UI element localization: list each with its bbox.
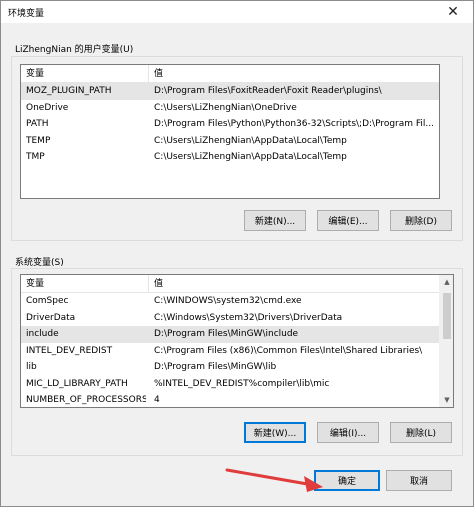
user-new-button[interactable]: 新建(N)... (244, 210, 306, 231)
variable-value: D:\Program Files\MinGW\lib (154, 362, 277, 372)
variable-name: ComSpec (26, 296, 69, 306)
system-var-row[interactable]: NUMBER_OF_PROCESSORS 4 (21, 392, 441, 407)
system-delete-button[interactable]: 删除(L) (390, 422, 452, 443)
variable-name: PATH (26, 119, 49, 129)
column-header-value[interactable]: 值 (149, 65, 163, 83)
system-vars-scrollbar[interactable]: ▲ ▼ (439, 275, 453, 407)
annotation-arrow-shaft (225, 468, 315, 487)
scroll-up-icon[interactable]: ▲ (440, 275, 453, 289)
variable-value: C:\Program Files (x86)\Common Files\Inte… (154, 345, 423, 356)
variable-value: C:\Windows\System32\Drivers\DriverData (154, 312, 343, 323)
column-header-name[interactable]: 变量 (21, 275, 149, 293)
user-vars-group-label: LiZhengNian 的用户变量(U) (15, 45, 134, 55)
variable-value: C:\WINDOWS\system32\cmd.exe (154, 296, 302, 306)
column-header-value[interactable]: 值 (149, 275, 163, 293)
cancel-button[interactable]: 取消 (386, 470, 452, 491)
system-var-row[interactable]: ComSpec C:\WINDOWS\system32\cmd.exe (21, 293, 441, 310)
system-var-row[interactable]: include D:\Program Files\MinGW\include (21, 326, 441, 343)
variable-value: D:\Program Files\FoxitReader\Foxit Reade… (154, 86, 382, 96)
variable-name: MOZ_PLUGIN_PATH (26, 86, 112, 96)
environment-variables-dialog: 环境变量 ✕ LiZhengNian 的用户变量(U) 变量 值 MOZ_PLU… (0, 0, 474, 507)
user-var-row[interactable]: MOZ_PLUGIN_PATH D:\Program Files\FoxitRea… (21, 83, 439, 100)
system-edit-button[interactable]: 编辑(I)... (317, 422, 379, 443)
ok-button[interactable]: 确定 (314, 470, 380, 491)
variable-name: INTEL_DEV_REDIST (26, 345, 113, 356)
variable-name: OneDrive (26, 102, 69, 113)
variable-name: DriverData (26, 312, 76, 323)
user-var-row[interactable]: TMP C:\Users\LiZhengNian\AppData\Local\Te… (21, 149, 439, 166)
system-var-row[interactable]: DriverData C:\Windows\System32\Drivers\Dr… (21, 310, 441, 327)
system-vars-rows: ComSpec C:\WINDOWS\system32\cmd.exe Driver… (21, 293, 441, 407)
user-var-row[interactable]: PATH D:\Program Files\Python\Python36-32\… (21, 116, 439, 133)
user-vars-header: 变量 值 (21, 65, 439, 83)
variable-value: D:\Program Files\MinGW\include (154, 329, 299, 339)
user-edit-button[interactable]: 编辑(E)... (317, 210, 379, 231)
system-var-row[interactable]: INTEL_DEV_REDIST C:\Program Files (x86)\C… (21, 343, 441, 360)
variable-value: %INTEL_DEV_REDIST%compiler\lib\mic (154, 378, 330, 389)
system-new-button[interactable]: 新建(W)... (244, 422, 306, 443)
scroll-down-icon[interactable]: ▼ (440, 393, 453, 407)
system-var-row[interactable]: lib D:\Program Files\MinGW\lib (21, 359, 441, 376)
variable-value: C:\Users\LiZhengNian\AppData\Local\Temp (154, 135, 347, 146)
variable-value: C:\Users\LiZhengNian\OneDrive (154, 102, 297, 113)
variable-name: lib (26, 362, 37, 372)
system-var-row[interactable]: MIC_LD_LIBRARY_PATH %INTEL_DEV_REDIST%com… (21, 376, 441, 393)
variable-name: include (26, 329, 59, 339)
title-bar: 环境变量 ✕ (1, 1, 473, 23)
system-vars-header: 变量 值 (21, 275, 441, 293)
scrollbar-thumb[interactable] (443, 293, 451, 339)
close-icon[interactable]: ✕ (433, 1, 473, 23)
variable-value: D:\Program Files\Python\Python36-32\Scri… (154, 119, 435, 129)
system-vars-list[interactable]: 变量 值 ComSpec C:\WINDOWS\system32\cmd.exe D… (20, 274, 454, 408)
variable-name: MIC_LD_LIBRARY_PATH (26, 378, 128, 389)
user-var-row[interactable]: TEMP C:\Users\LiZhengNian\AppData\Local\T… (21, 133, 439, 150)
window-title: 环境变量 (8, 9, 45, 19)
user-vars-rows: MOZ_PLUGIN_PATH D:\Program Files\FoxitRea… (21, 83, 439, 166)
variable-value: 4 (154, 395, 160, 405)
variable-name: TMP (26, 152, 45, 162)
user-delete-button[interactable]: 删除(D) (390, 210, 452, 231)
user-vars-list[interactable]: 变量 值 MOZ_PLUGIN_PATH D:\Program Files\Fox… (20, 64, 440, 199)
user-var-row[interactable]: OneDrive C:\Users\LiZhengNian\OneDrive (21, 100, 439, 117)
variable-name: TEMP (26, 135, 51, 146)
column-header-name[interactable]: 变量 (21, 65, 149, 83)
system-vars-group-label: 系统变量(S) (15, 258, 64, 268)
variable-value: C:\Users\LiZhengNian\AppData\Local\Temp (154, 152, 347, 162)
variable-name: NUMBER_OF_PROCESSORS (26, 395, 146, 405)
